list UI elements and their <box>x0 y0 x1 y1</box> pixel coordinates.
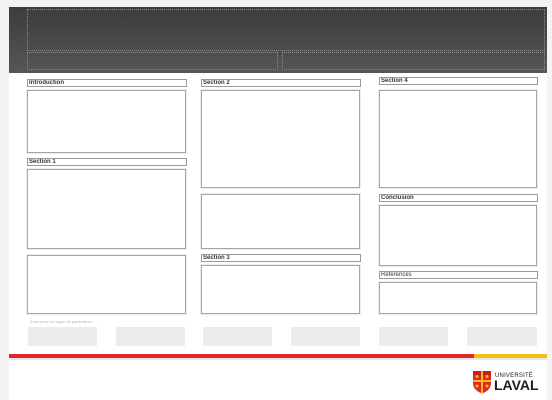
section-2-extra-box[interactable] <box>201 194 360 249</box>
section-2-content-box[interactable] <box>201 90 360 188</box>
partner-logo-slot[interactable] <box>203 327 272 346</box>
section-1-extra-box[interactable] <box>27 255 186 314</box>
poster-header <box>9 7 547 73</box>
section-1-heading[interactable]: Section 1 <box>27 158 187 166</box>
left-gutter <box>0 0 9 400</box>
references-heading[interactable]: Références <box>379 271 538 279</box>
section-3-content-box[interactable] <box>201 265 360 314</box>
affiliation-placeholder[interactable] <box>282 52 545 70</box>
universite-laval-logo: UNIVERSITÉ LAVAL <box>472 370 542 394</box>
partner-logo-slot[interactable] <box>28 327 97 346</box>
section-4-content-box[interactable] <box>379 90 537 188</box>
introduction-heading[interactable]: Introduction <box>27 79 187 87</box>
partner-logo-slot[interactable] <box>291 327 360 346</box>
section-1-content-box[interactable] <box>27 169 186 249</box>
universite-laval-logo-icon <box>473 371 491 394</box>
introduction-content-box[interactable] <box>27 90 186 153</box>
partner-logo-slot[interactable] <box>116 327 185 346</box>
references-content-box[interactable] <box>379 282 537 314</box>
section-2-heading[interactable]: Section 2 <box>201 79 361 87</box>
conclusion-content-box[interactable] <box>379 205 537 266</box>
conclusion-heading[interactable]: Conclusion <box>379 194 538 202</box>
section-4-heading[interactable]: Section 4 <box>379 77 538 85</box>
footer-gray-stripe <box>9 358 547 360</box>
right-gutter <box>547 0 552 400</box>
page-top-margin <box>9 0 547 7</box>
university-name: LAVAL <box>494 377 539 393</box>
partner-logo-slot[interactable] <box>467 327 537 346</box>
partner-logos-caption: Zone pour les logos de partenaires <box>30 319 92 324</box>
authors-placeholder[interactable] <box>27 52 278 70</box>
partner-logo-slot[interactable] <box>379 327 448 346</box>
section-3-heading[interactable]: Section 3 <box>201 254 361 262</box>
title-placeholder[interactable] <box>27 9 545 51</box>
